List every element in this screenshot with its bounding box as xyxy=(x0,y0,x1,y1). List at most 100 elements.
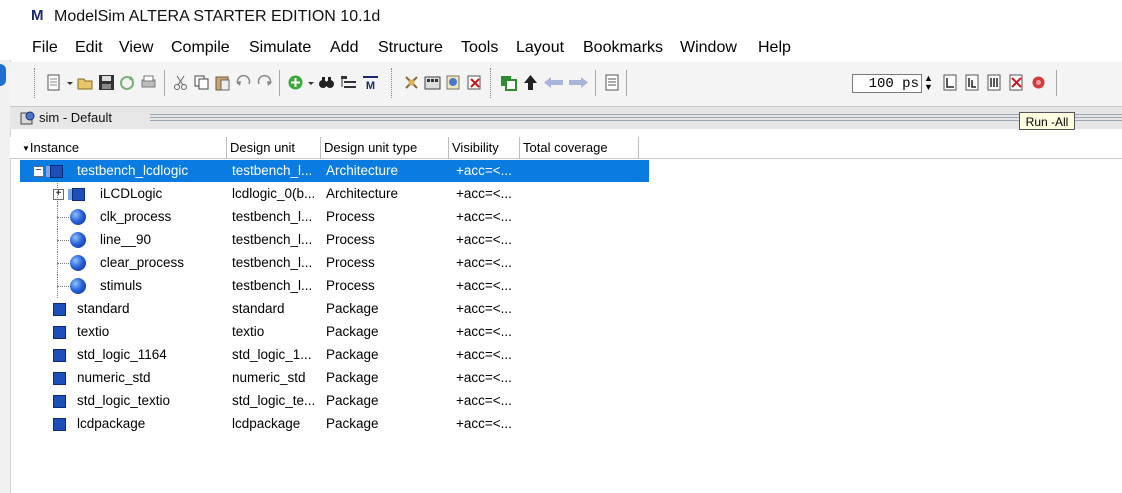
instance-name: testbench_lcdlogic xyxy=(77,163,189,178)
toggle-structure-icon[interactable] xyxy=(340,74,357,91)
package-icon xyxy=(53,349,66,362)
toolbar-separator xyxy=(164,70,165,96)
table-header: ▼Instance Design unit Design unit type V… xyxy=(10,137,1122,159)
table-row[interactable]: standard standard Package +acc=<... xyxy=(20,298,649,320)
collapse-icon[interactable]: − xyxy=(33,166,44,177)
architecture-icon xyxy=(50,165,63,178)
panel-header-grip[interactable] xyxy=(150,114,1122,122)
tree-connector xyxy=(57,183,58,206)
tree-connector xyxy=(57,275,58,298)
process-icon xyxy=(70,278,86,294)
forward-icon[interactable] xyxy=(567,74,589,91)
toolbar-grip[interactable] xyxy=(490,68,494,98)
design-unit-type: Process xyxy=(326,209,375,224)
visibility-value: +acc=<... xyxy=(456,324,512,339)
up-arrow-icon[interactable] xyxy=(522,74,539,91)
run-all-icon[interactable] xyxy=(986,74,1003,91)
compile-icon[interactable] xyxy=(403,74,420,91)
design-unit-type: Process xyxy=(326,255,375,270)
cut-icon[interactable] xyxy=(172,74,189,91)
restart-icon[interactable] xyxy=(500,74,517,91)
break-stop-icon[interactable] xyxy=(1008,74,1025,91)
table-row[interactable]: clear_process testbench_l... Process +acc=<… xyxy=(20,252,649,275)
design-unit: lcdlogic_0(b... xyxy=(232,186,316,201)
menu-compile[interactable]: Compile xyxy=(171,39,230,57)
new-file-icon[interactable] xyxy=(45,74,62,91)
panel-header[interactable]: sim - Default xyxy=(10,107,1122,129)
toolbar-separator xyxy=(1056,70,1057,96)
instance-name: line__90 xyxy=(100,232,152,247)
dropdown-arrow-icon[interactable] xyxy=(65,74,75,91)
table-row[interactable]: + iLCDLogic lcdlogic_0(b... Architecture +ac… xyxy=(20,183,649,206)
stop-icon[interactable] xyxy=(1030,74,1047,91)
undo-icon[interactable] xyxy=(235,74,252,91)
column-header-visibility[interactable]: Visibility xyxy=(449,137,520,158)
add-icon[interactable] xyxy=(287,74,304,91)
reload-icon[interactable] xyxy=(119,74,136,91)
menu-simulate[interactable]: Simulate xyxy=(249,39,311,57)
table-row[interactable]: std_logic_textio std_logic_te... Package +a… xyxy=(20,390,649,412)
instance-name: textio xyxy=(77,324,110,339)
visibility-value: +acc=<... xyxy=(456,393,512,408)
package-icon xyxy=(53,395,66,408)
column-header-total-coverage[interactable]: Total coverage xyxy=(520,137,639,158)
menu-view[interactable]: View xyxy=(119,39,153,57)
menu-edit[interactable]: Edit xyxy=(75,39,103,57)
design-unit-type: Process xyxy=(326,232,375,247)
table-row[interactable]: std_logic_1164 std_logic_1... Package +acc=… xyxy=(20,344,649,366)
column-header-design-unit-type[interactable]: Design unit type xyxy=(321,137,449,158)
menu-layout[interactable]: Layout xyxy=(516,39,564,57)
menu-add[interactable]: Add xyxy=(330,39,358,57)
table-row[interactable]: stimuls testbench_l... Process +acc=<... xyxy=(20,275,649,298)
compile-all-icon[interactable] xyxy=(424,74,441,91)
design-unit-type: Architecture xyxy=(326,163,399,178)
copy-icon[interactable] xyxy=(193,74,210,91)
table-row[interactable]: textio textio Package +acc=<... xyxy=(20,321,649,343)
toolbar-grip[interactable] xyxy=(391,68,395,98)
break-icon[interactable] xyxy=(466,74,483,91)
menu-tools[interactable]: Tools xyxy=(461,39,498,57)
menu-file[interactable]: File xyxy=(32,39,58,57)
toolbar-separator xyxy=(626,70,627,96)
design-unit: testbench_l... xyxy=(232,163,313,178)
run-length-icon[interactable] xyxy=(604,74,621,91)
expand-icon[interactable]: + xyxy=(53,189,64,200)
modelsim-icon[interactable]: M xyxy=(362,74,379,91)
dock-handle[interactable] xyxy=(0,64,6,86)
design-unit-type: Package xyxy=(326,370,379,385)
table-row[interactable]: numeric_std numeric_std Package +acc=<... xyxy=(20,367,649,389)
column-header-design-unit[interactable]: Design unit xyxy=(227,137,321,158)
continue-icon[interactable] xyxy=(964,74,981,91)
menu-bookmarks[interactable]: Bookmarks xyxy=(583,39,663,57)
simulate-icon[interactable] xyxy=(445,74,462,91)
instance-name: std_logic_textio xyxy=(77,393,171,408)
instance-name: clear_process xyxy=(100,255,185,270)
back-icon[interactable] xyxy=(543,74,565,91)
save-icon[interactable] xyxy=(98,74,115,91)
toolbar-grip[interactable] xyxy=(34,68,38,98)
design-unit: textio xyxy=(232,324,265,339)
run-length-spinner[interactable]: ▲ ▼ xyxy=(923,74,934,93)
design-unit: testbench_l... xyxy=(232,209,313,224)
menu-window[interactable]: Window xyxy=(680,39,737,57)
menu-help[interactable]: Help xyxy=(758,39,791,57)
menu-structure[interactable]: Structure xyxy=(378,39,443,57)
find-icon[interactable] xyxy=(318,74,335,91)
table-row[interactable]: − testbench_lcdlogic testbench_l... Archite… xyxy=(20,160,649,182)
modelsim-logo-icon: M xyxy=(31,7,44,24)
column-header-instance[interactable]: ▼Instance xyxy=(20,137,227,158)
redo-icon[interactable] xyxy=(256,74,273,91)
visibility-value: +acc=<... xyxy=(456,255,512,270)
package-icon xyxy=(53,418,66,431)
paste-icon[interactable] xyxy=(214,74,231,91)
run-length-input[interactable]: 100 ps xyxy=(852,74,922,93)
table-row[interactable]: lcdpackage lcdpackage Package +acc=<... xyxy=(20,413,649,435)
open-folder-icon[interactable] xyxy=(77,74,94,91)
table-row[interactable]: line__90 testbench_l... Process +acc=<... xyxy=(20,229,649,252)
dropdown-arrow-icon[interactable] xyxy=(306,74,316,91)
design-unit: testbench_l... xyxy=(232,278,313,293)
instance-name: iLCDLogic xyxy=(100,186,163,201)
run-icon[interactable] xyxy=(942,74,959,91)
table-row[interactable]: clk_process testbench_l... Process +acc=<..… xyxy=(20,206,649,229)
print-icon[interactable] xyxy=(140,74,157,91)
